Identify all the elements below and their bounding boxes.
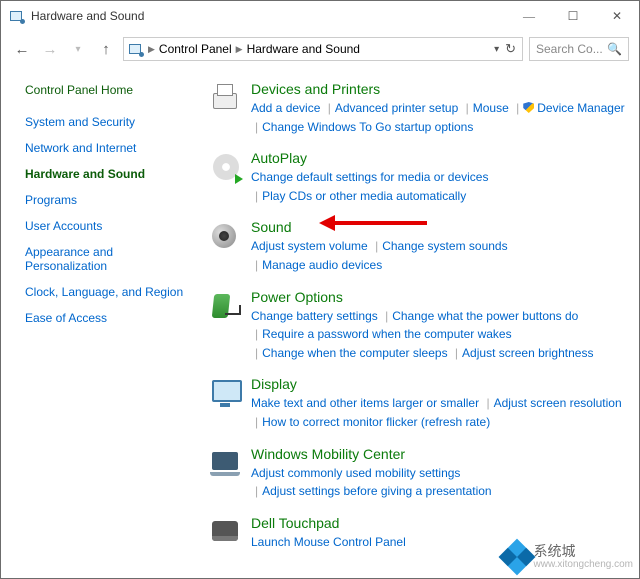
navbar: ← → ▾ ↑ ▶ Control Panel ▶ Hardware and S… xyxy=(1,31,639,67)
minimize-button[interactable]: — xyxy=(507,1,551,31)
titlebar: Hardware and Sound — ☐ ✕ xyxy=(1,1,639,31)
category-link[interactable]: Adjust commonly used mobility settings xyxy=(251,466,460,480)
sidebar-item[interactable]: Appearance and Personalization xyxy=(25,245,193,273)
category: Sound Adjust system volume |Change system… xyxy=(209,219,627,274)
shield-icon xyxy=(523,102,534,113)
autoplay-icon xyxy=(209,150,243,184)
printer-icon xyxy=(209,81,243,115)
window: Hardware and Sound — ☐ ✕ ← → ▾ ↑ ▶ Contr… xyxy=(0,0,640,579)
category-links: Change battery settings |Change what the… xyxy=(251,307,627,363)
sound-icon xyxy=(209,219,243,253)
watermark-logo xyxy=(498,538,535,575)
category-heading[interactable]: Windows Mobility Center xyxy=(251,446,627,462)
display-icon xyxy=(209,376,243,410)
category-heading[interactable]: Sound xyxy=(251,219,627,235)
window-icon xyxy=(9,8,25,24)
chevron-right-icon: ▶ xyxy=(236,44,243,55)
breadcrumb-seg-1[interactable]: Hardware and Sound xyxy=(247,42,360,56)
category: Windows Mobility Center Adjust commonly u… xyxy=(209,446,627,501)
recent-locations-button[interactable]: ▾ xyxy=(67,38,89,60)
sidebar-item[interactable]: User Accounts xyxy=(25,219,193,233)
sidebar-item[interactable]: Ease of Access xyxy=(25,311,193,325)
category-link[interactable]: Adjust settings before giving a presenta… xyxy=(262,484,491,498)
sidebar-item[interactable]: Programs xyxy=(25,193,193,207)
watermark-url: www.xitongcheng.com xyxy=(534,559,634,570)
body: Control Panel Home System and Security Ne… xyxy=(1,67,639,578)
category: AutoPlay Change default settings for medi… xyxy=(209,150,627,205)
breadcrumb-seg-0[interactable]: Control Panel xyxy=(159,42,232,56)
up-button[interactable]: ↑ xyxy=(95,38,117,60)
category: Devices and Printers Add a device |Advanc… xyxy=(209,81,627,136)
category-link[interactable]: Adjust screen resolution xyxy=(494,396,622,410)
category-link[interactable]: Require a password when the computer wak… xyxy=(262,327,511,341)
category-link[interactable]: Make text and other items larger or smal… xyxy=(251,396,479,410)
category-links: Change default settings for media or dev… xyxy=(251,168,627,205)
category-link[interactable]: Change what the power buttons do xyxy=(392,309,578,323)
sidebar: Control Panel Home System and Security Ne… xyxy=(1,67,201,578)
category-link[interactable]: Launch Mouse Control Panel xyxy=(251,535,406,549)
category-links: Adjust commonly used mobility settings |… xyxy=(251,464,627,501)
window-buttons: — ☐ ✕ xyxy=(507,1,639,31)
breadcrumb-tools: ▾ ↻ xyxy=(494,41,518,57)
category-heading[interactable]: AutoPlay xyxy=(251,150,627,166)
category-link[interactable]: Add a device xyxy=(251,101,320,115)
chevron-down-icon[interactable]: ▾ xyxy=(494,44,499,55)
close-button[interactable]: ✕ xyxy=(595,1,639,31)
category-link[interactable]: Adjust system volume xyxy=(251,239,368,253)
forward-button[interactable]: → xyxy=(39,38,61,60)
chevron-right-icon: ▶ xyxy=(148,44,155,55)
search-input[interactable]: Search Co... 🔍 xyxy=(529,37,629,61)
search-icon: 🔍 xyxy=(607,42,622,56)
mobility-icon xyxy=(209,446,243,480)
watermark: 系统城 www.xitongcheng.com xyxy=(504,544,634,570)
sidebar-item[interactable]: Network and Internet xyxy=(25,141,193,155)
category-link[interactable]: Change default settings for media or dev… xyxy=(251,170,488,184)
category-heading[interactable]: Dell Touchpad xyxy=(251,515,627,531)
window-title: Hardware and Sound xyxy=(31,9,144,23)
power-icon xyxy=(209,289,243,323)
category-links: Make text and other items larger or smal… xyxy=(251,394,627,431)
category-links: Add a device |Advanced printer setup |Mo… xyxy=(251,99,627,136)
category-heading[interactable]: Devices and Printers xyxy=(251,81,627,97)
watermark-brand: 系统城 xyxy=(534,544,634,559)
category-link[interactable]: How to correct monitor flicker (refresh … xyxy=(262,415,490,429)
category-link[interactable]: Advanced printer setup xyxy=(335,101,458,115)
sidebar-item[interactable]: Clock, Language, and Region xyxy=(25,285,193,299)
sidebar-item[interactable]: System and Security xyxy=(25,115,193,129)
sidebar-item[interactable]: Hardware and Sound xyxy=(25,167,193,181)
back-button[interactable]: ← xyxy=(11,38,33,60)
category-link[interactable]: Change Windows To Go startup options xyxy=(262,120,473,134)
content: Devices and Printers Add a device |Advanc… xyxy=(201,67,639,578)
category-links: Adjust system volume |Change system soun… xyxy=(251,237,627,274)
breadcrumb-icon xyxy=(128,41,144,57)
touchpad-icon xyxy=(209,515,243,549)
category-heading[interactable]: Power Options xyxy=(251,289,627,305)
category-link[interactable]: Change battery settings xyxy=(251,309,378,323)
breadcrumb[interactable]: ▶ Control Panel ▶ Hardware and Sound ▾ ↻ xyxy=(123,37,523,61)
category-link[interactable]: Adjust screen brightness xyxy=(462,346,593,360)
maximize-button[interactable]: ☐ xyxy=(551,1,595,31)
category-link[interactable]: Device Manager xyxy=(523,101,624,115)
category-link[interactable]: Manage audio devices xyxy=(262,258,382,272)
sidebar-home[interactable]: Control Panel Home xyxy=(25,83,193,97)
refresh-button[interactable]: ↻ xyxy=(505,41,516,57)
category-link[interactable]: Change system sounds xyxy=(382,239,507,253)
category-link[interactable]: Mouse xyxy=(473,101,509,115)
category: Power Options Change battery settings |Ch… xyxy=(209,289,627,363)
search-placeholder: Search Co... xyxy=(536,42,603,56)
category-link[interactable]: Play CDs or other media automatically xyxy=(262,189,466,203)
category: Display Make text and other items larger … xyxy=(209,376,627,431)
category-link[interactable]: Change when the computer sleeps xyxy=(262,346,447,360)
category-heading[interactable]: Display xyxy=(251,376,627,392)
